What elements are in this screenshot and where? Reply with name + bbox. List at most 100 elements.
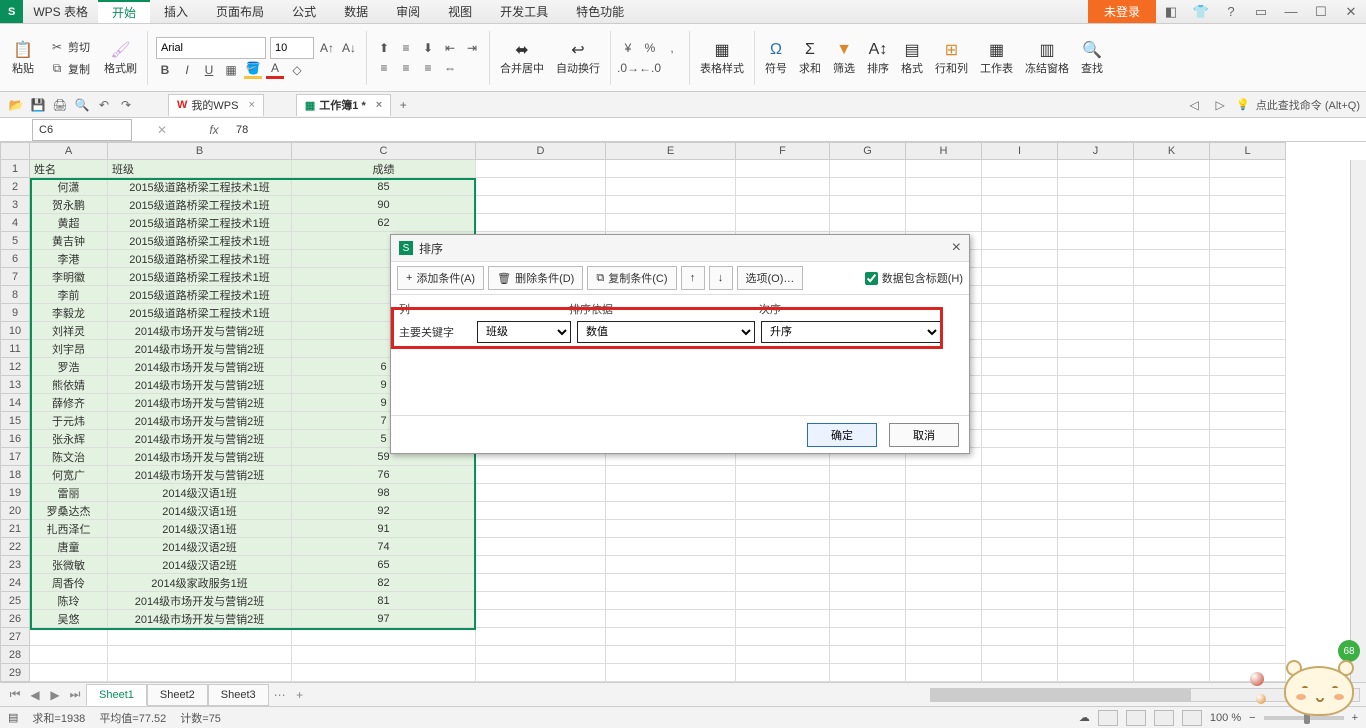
font-select[interactable] [156,37,266,59]
cell[interactable]: 98 [292,484,476,502]
cell[interactable]: 李毅龙 [30,304,108,322]
preview-icon[interactable]: 🔍 [72,95,92,115]
cell[interactable] [476,484,606,502]
cell[interactable]: 2014级家政服务1班 [108,574,292,592]
cell[interactable] [830,520,906,538]
border-icon[interactable]: ▦ [222,61,240,79]
cell[interactable] [1134,502,1210,520]
q-nav-right-icon[interactable]: ▷ [1210,95,1230,115]
menu-tab-2[interactable]: 页面布局 [202,0,278,23]
cell[interactable] [982,592,1058,610]
cell[interactable]: 2015级道路桥梁工程技术1班 [108,232,292,250]
cell[interactable]: 62 [292,214,476,232]
cell[interactable]: 罗浩 [30,358,108,376]
view-break-icon[interactable] [1154,710,1174,726]
cell[interactable] [476,574,606,592]
cloud-icon[interactable]: ☁ [1079,711,1090,724]
cell[interactable] [1134,232,1210,250]
cell[interactable] [1058,376,1134,394]
cell[interactable] [830,592,906,610]
cell[interactable] [906,538,982,556]
cell[interactable]: 2015级道路桥梁工程技术1班 [108,250,292,268]
new-tab-icon[interactable]: + [393,95,413,115]
dec-decimal-icon[interactable]: ←.0 [641,59,659,77]
cell[interactable] [606,664,736,682]
cell[interactable] [830,664,906,682]
cell[interactable] [982,322,1058,340]
tab-mywps[interactable]: W我的WPS× [168,94,264,116]
format-painter-button[interactable]: 🖌 格式刷 [98,38,143,78]
row-header-13[interactable]: 13 [0,376,30,394]
decrease-font-icon[interactable]: A↓ [340,39,358,57]
comma-icon[interactable]: , [663,39,681,57]
row-header-7[interactable]: 7 [0,268,30,286]
cell[interactable] [1058,232,1134,250]
save-icon[interactable]: 💾 [28,95,48,115]
cell[interactable] [1134,592,1210,610]
cell[interactable] [476,592,606,610]
add-criteria-button[interactable]: +添加条件(A) [397,266,484,290]
row-header-15[interactable]: 15 [0,412,30,430]
cell[interactable] [906,502,982,520]
cell[interactable] [1058,286,1134,304]
cell[interactable] [736,196,830,214]
close-window-icon[interactable]: ✕ [1336,0,1366,23]
menu-tab-8[interactable]: 特色功能 [562,0,638,23]
cell[interactable] [1210,538,1286,556]
cell[interactable]: 2014级汉语1班 [108,502,292,520]
cell[interactable] [1058,214,1134,232]
cell[interactable] [830,178,906,196]
sheet-tab-Sheet1[interactable]: Sheet1 [86,684,147,706]
cell[interactable]: 2014级市场开发与营销2班 [108,412,292,430]
row-header-8[interactable]: 8 [0,286,30,304]
ok-button[interactable]: 确定 [807,423,877,447]
cell[interactable]: 周香伶 [30,574,108,592]
cell[interactable]: 2014级市场开发与营销2班 [108,448,292,466]
cell[interactable]: 2015级道路桥梁工程技术1班 [108,178,292,196]
cell[interactable] [1134,574,1210,592]
cell[interactable] [1210,178,1286,196]
menu-tab-0[interactable]: 开始 [98,0,150,23]
filter-button[interactable]: ▼筛选 [827,38,861,78]
cell[interactable] [1134,160,1210,178]
cell[interactable] [982,394,1058,412]
cell[interactable] [606,646,736,664]
row-header-18[interactable]: 18 [0,466,30,484]
ribbon-collapse-icon[interactable]: ▭ [1246,0,1276,23]
cell[interactable] [982,268,1058,286]
cell[interactable] [606,178,736,196]
cell[interactable] [1058,628,1134,646]
cell[interactable] [1058,538,1134,556]
row-header-20[interactable]: 20 [0,502,30,520]
cell[interactable] [982,286,1058,304]
undo-icon[interactable]: ↶ [94,95,114,115]
cell[interactable]: 82 [292,574,476,592]
login-button[interactable]: 未登录 [1088,0,1156,23]
cell[interactable] [982,376,1058,394]
cell[interactable]: 2014级市场开发与营销2班 [108,592,292,610]
cell[interactable]: 2014级市场开发与营销2班 [108,466,292,484]
row-header-21[interactable]: 21 [0,520,30,538]
font-color-icon[interactable]: A [266,61,284,79]
percent-icon[interactable]: % [641,39,659,57]
sheet-nav-prev-icon[interactable]: ◀ [26,686,44,704]
cell[interactable]: 黄超 [30,214,108,232]
italic-icon[interactable]: I [178,61,196,79]
cell[interactable]: 91 [292,520,476,538]
cell[interactable]: 2014级汉语1班 [108,484,292,502]
align-center-icon[interactable]: ≡ [397,59,415,77]
cell[interactable] [736,178,830,196]
col-header-J[interactable]: J [1058,142,1134,160]
cell[interactable] [1058,466,1134,484]
cell[interactable]: 92 [292,502,476,520]
cell[interactable] [830,646,906,664]
cell[interactable] [906,214,982,232]
cell[interactable] [982,412,1058,430]
cell[interactable] [982,466,1058,484]
cell[interactable] [292,664,476,682]
row-header-10[interactable]: 10 [0,322,30,340]
cell[interactable] [1210,358,1286,376]
cell[interactable] [1058,268,1134,286]
cell[interactable] [606,610,736,628]
cell[interactable]: 2015级道路桥梁工程技术1班 [108,268,292,286]
